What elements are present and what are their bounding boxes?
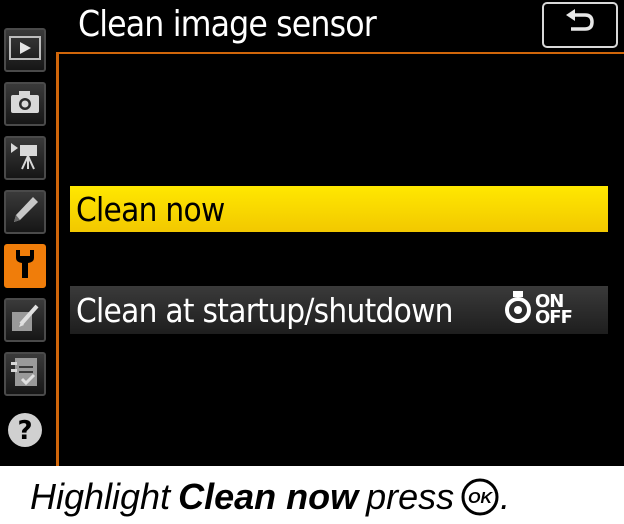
instruction-caption: Highlight Clean now press OK . [0,470,624,524]
menu-tabs: ? [4,28,48,464]
camera-menu-screen: ? Clean image sensor Clean now Clean at … [0,0,624,466]
menu-item-clean-now[interactable]: Clean now [70,186,608,232]
pencil-icon [9,194,41,231]
caption-prefix: Highlight [30,476,171,517]
camera-icon [9,89,41,120]
playback-icon [9,35,41,65]
back-button[interactable] [542,2,618,48]
tab-setup[interactable] [4,244,46,288]
tab-my-menu[interactable] [4,352,46,396]
title-underline [56,52,624,54]
power-switch-setting: ON OFF [504,290,573,329]
tab-help[interactable]: ? [4,410,46,454]
caption-emphasis: Clean now [178,476,359,517]
my-menu-icon [9,355,41,394]
tab-playback[interactable] [4,28,46,72]
power-switch-icon [504,290,532,329]
svg-text:?: ? [17,416,32,446]
tab-movie-shooting[interactable] [4,136,46,180]
retouch-icon [9,302,41,339]
on-off-label: ON OFF [535,290,573,328]
svg-text:OK: OK [468,490,493,507]
menu-divider-vertical [56,52,59,466]
movie-camera-icon [9,141,41,176]
menu-item-label: Clean now [76,189,225,229]
caption-suffix: press [366,476,455,517]
menu-item-label: Clean at startup/shutdown [76,290,453,330]
caption-period: . [500,476,511,517]
page-title: Clean image sensor [78,4,377,45]
tab-photo-shooting[interactable] [4,82,46,126]
tab-custom-settings[interactable] [4,190,46,234]
wrench-icon [11,248,39,285]
tab-retouch[interactable] [4,298,46,342]
ok-button-icon: OK [460,477,500,517]
return-icon [565,8,595,42]
help-icon: ? [5,410,45,455]
